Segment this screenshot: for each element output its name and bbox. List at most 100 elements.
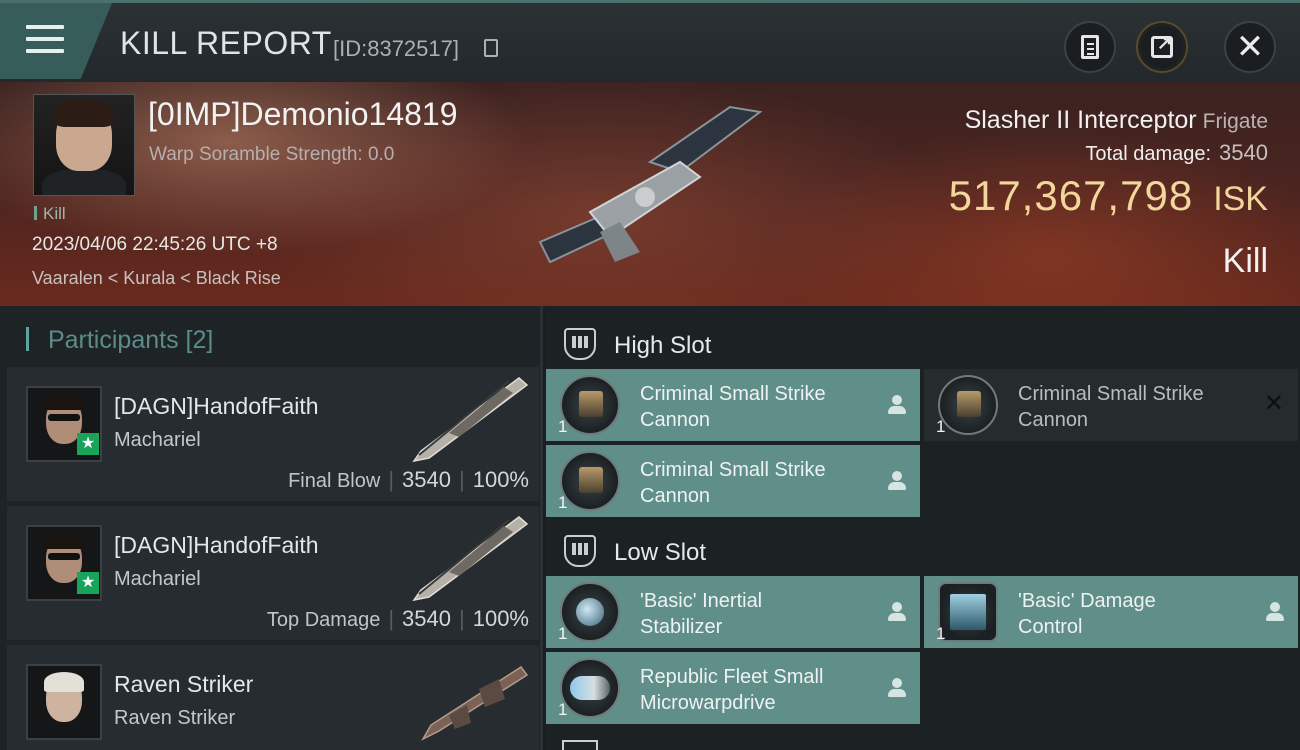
high-slot-header: High Slot xyxy=(546,312,1300,372)
module-slot[interactable]: 1 Criminal Small Strike Cannon ✕ xyxy=(924,369,1298,441)
clipboard-icon xyxy=(1081,35,1099,59)
inertial-stabilizer-icon xyxy=(560,582,620,642)
participant-ship: Raven Striker xyxy=(114,707,236,729)
participant-ship-image xyxy=(412,377,529,463)
participant-damage: 3540 xyxy=(402,606,451,631)
module-name: Republic Fleet Small Microwarpdrive xyxy=(640,664,870,716)
participant-name[interactable]: [DAGN]HandofFaith xyxy=(114,532,319,559)
module-name: Criminal Small Strike Cannon xyxy=(1018,381,1248,433)
module-slot[interactable]: 1 Criminal Small Strike Cannon xyxy=(546,369,920,441)
low-slot-header: Low Slot xyxy=(546,519,1300,579)
participant-ship: Machariel xyxy=(114,429,201,451)
module-name: Criminal Small Strike Cannon xyxy=(640,457,870,509)
kill-timestamp: 2023/04/06 22:45:26 UTC +8 xyxy=(32,234,278,255)
isk-value: 517,367,798 xyxy=(948,172,1194,219)
participant-avatar[interactable] xyxy=(26,664,102,740)
module-name-line1: Criminal Small Strike xyxy=(640,383,826,405)
victim-ship: Slasher II Interceptor Frigate xyxy=(965,106,1268,135)
victim-name[interactable]: [0IMP]Demonio14819 xyxy=(148,96,458,133)
module-slot[interactable]: 1 Criminal Small Strike Cannon xyxy=(546,445,920,517)
close-button[interactable]: ✕ xyxy=(1224,21,1276,73)
person-icon xyxy=(888,471,906,491)
participant-ship-image xyxy=(421,665,529,741)
participant-name[interactable]: Raven Striker xyxy=(114,671,253,698)
total-damage-value: 3540 xyxy=(1219,140,1268,165)
module-name-line2: Cannon xyxy=(640,409,711,431)
participant-percent: 100% xyxy=(472,606,529,631)
module-quantity: 1 xyxy=(558,493,568,512)
participant-stats: Final Blow | 3540 | 100% xyxy=(288,467,529,492)
isk-value-row: 517,367,798 ISK xyxy=(949,172,1268,220)
victim-ship-class: Frigate xyxy=(1202,110,1268,133)
total-damage-label: Total damage: xyxy=(1085,143,1212,165)
hamburger-menu-icon[interactable] xyxy=(0,3,112,79)
module-name-line1: 'Basic' Inertial xyxy=(640,590,763,612)
total-damage: Total damage: 3540 xyxy=(1085,140,1268,166)
module-name-line1: Criminal Small Strike xyxy=(640,459,826,481)
damage-control-icon xyxy=(938,582,998,642)
isk-unit: ISK xyxy=(1213,180,1268,218)
module-name-line1: 'Basic' Damage xyxy=(1018,590,1156,612)
participant-card[interactable]: ★ [DAGN]HandofFaith Machariel Top Damage… xyxy=(7,506,539,640)
person-icon xyxy=(888,678,906,698)
slot-icon xyxy=(562,740,598,750)
clipboard-button[interactable] xyxy=(1064,21,1116,73)
participant-ship: Machariel xyxy=(114,568,201,590)
low-slot-title: Low Slot xyxy=(614,539,707,566)
module-quantity: 1 xyxy=(558,700,568,719)
share-icon xyxy=(1151,33,1173,58)
module-slot[interactable]: 1 'Basic' Inertial Stabilizer xyxy=(546,576,920,648)
high-slot-title: High Slot xyxy=(614,332,712,359)
microwarpdrive-icon xyxy=(560,658,620,718)
fitting-panel: High Slot 1 Criminal Small Strike Cannon… xyxy=(546,306,1300,750)
kill-result: Kill xyxy=(1222,242,1268,280)
top-bar: KILL REPORT [ID:8372517] ✕ xyxy=(0,0,1300,82)
module-quantity: 1 xyxy=(558,417,568,436)
participants-count: [2] xyxy=(185,326,214,354)
module-quantity: 1 xyxy=(936,624,946,643)
module-quantity: 1 xyxy=(936,417,946,436)
module-name: 'Basic' Inertial Stabilizer xyxy=(640,588,870,640)
participant-card[interactable]: Raven Striker Raven Striker xyxy=(7,645,539,750)
slot-icon xyxy=(564,328,596,360)
participants-panel: Participants [2] ★ [DAGN]HandofFaith Mac… xyxy=(0,306,543,750)
participant-role: Top Damage xyxy=(266,609,381,631)
victim-avatar[interactable] xyxy=(33,94,135,196)
module-name-line2: Cannon xyxy=(1018,409,1089,431)
cannon-icon xyxy=(560,451,620,511)
report-id: [ID:8372517] xyxy=(333,36,459,61)
participant-role: Final Blow xyxy=(288,470,381,492)
person-icon xyxy=(888,602,906,622)
cannon-icon xyxy=(560,375,620,435)
module-name: 'Basic' Damage Control xyxy=(1018,588,1248,640)
star-icon: ★ xyxy=(77,433,99,455)
module-slot[interactable]: 1 'Basic' Damage Control xyxy=(924,576,1298,648)
module-name-line1: Republic Fleet Small xyxy=(640,666,824,688)
slot-icon xyxy=(564,535,596,567)
victim-ship-name[interactable]: Slasher II Interceptor xyxy=(965,106,1197,134)
share-button[interactable] xyxy=(1136,21,1188,73)
module-quantity: 1 xyxy=(558,624,568,643)
destroyed-icon: ✕ xyxy=(1263,390,1284,417)
victim-banner: [0IMP]Demonio14819 Warp Soramble Strengt… xyxy=(0,82,1300,306)
person-icon xyxy=(888,395,906,415)
participant-ship-image xyxy=(412,516,529,602)
module-name-line2: Stabilizer xyxy=(640,616,723,638)
participant-card[interactable]: ★ [DAGN]HandofFaith Machariel Final Blow… xyxy=(7,367,539,501)
module-name: Criminal Small Strike Cannon xyxy=(640,381,870,433)
victim-ship-image xyxy=(538,105,763,264)
participant-name[interactable]: [DAGN]HandofFaith xyxy=(114,393,319,420)
participant-stats: Top Damage | 3540 | 100% xyxy=(266,606,529,631)
page-title: KILL REPORT xyxy=(120,25,332,61)
copy-icon[interactable] xyxy=(484,39,498,57)
close-icon: ✕ xyxy=(1235,28,1265,66)
participants-title: Participants xyxy=(47,326,179,354)
module-name-line2: Microwarpdrive xyxy=(640,692,776,714)
participant-percent: 100% xyxy=(472,467,529,492)
kill-location[interactable]: Vaaralen < Kurala < Black Rise xyxy=(32,268,281,289)
module-name-line2: Cannon xyxy=(640,485,711,507)
module-slot[interactable]: 1 Republic Fleet Small Microwarpdrive xyxy=(546,652,920,724)
person-icon xyxy=(1266,602,1284,622)
module-name-line2: Control xyxy=(1018,616,1083,638)
star-icon: ★ xyxy=(77,572,99,594)
